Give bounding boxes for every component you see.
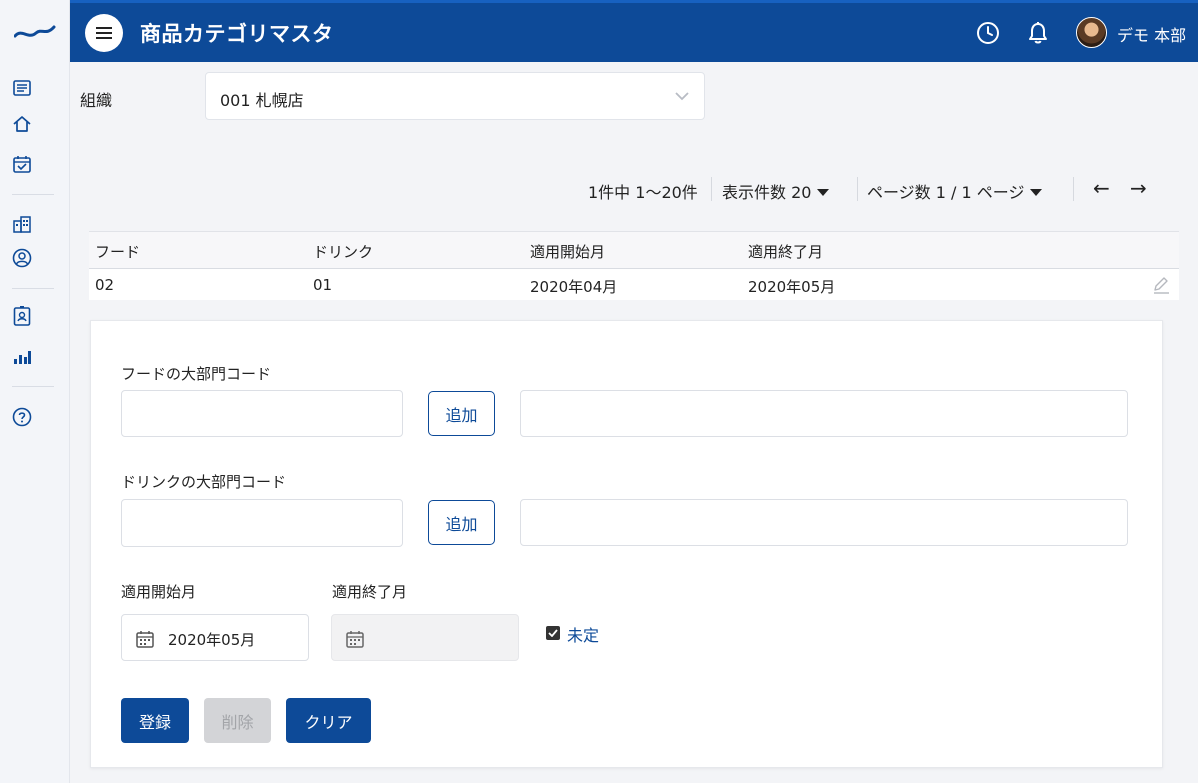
end-month-label: 適用終了月	[332, 583, 408, 601]
page-label: ページ数 1 / 1 ページ	[867, 183, 1025, 202]
pager-divider	[1073, 177, 1074, 201]
avatar[interactable]	[1076, 17, 1107, 48]
bar-chart-icon[interactable]	[11, 346, 33, 368]
calendar-icon	[346, 631, 364, 648]
column-header-food: フード	[95, 243, 141, 261]
page-select[interactable]: ページ数 1 / 1 ページ	[867, 179, 1043, 203]
badge-icon[interactable]	[11, 305, 33, 327]
per-page-select[interactable]: 表示件数 20	[722, 179, 830, 203]
cell-end-month: 2020年05月	[748, 278, 836, 296]
org-label: 組織	[80, 91, 113, 110]
caret-down-icon	[1030, 188, 1043, 196]
sidebar	[0, 0, 70, 783]
prev-page-button[interactable]: ←	[1093, 176, 1110, 200]
cell-food: 02	[95, 276, 115, 294]
drink-add-button[interactable]: 追加	[428, 500, 495, 545]
caret-down-icon	[817, 188, 830, 196]
clock-icon[interactable]	[975, 20, 1001, 46]
food-code-label: フードの大部門コード	[121, 365, 272, 383]
drink-code-label: ドリンクの大部門コード	[121, 473, 287, 491]
hamburger-icon	[96, 27, 112, 39]
building-icon[interactable]	[11, 213, 33, 235]
cell-drink: 01	[313, 276, 333, 294]
app-header: 商品カテゴリマスタ デモ 本部	[70, 0, 1198, 62]
edit-form-card: フードの大部門コード 追加 ドリンクの大部門コード 追加 適用開始月 2020年…	[90, 320, 1163, 768]
org-select-value: 001 札幌店	[220, 91, 304, 110]
calendar-icon	[136, 631, 154, 648]
user-name[interactable]: デモ 本部	[1117, 22, 1186, 46]
pager-divider	[857, 177, 858, 201]
cell-start-month: 2020年04月	[530, 278, 618, 296]
start-month-label: 適用開始月	[121, 583, 197, 601]
start-month-input[interactable]: 2020年05月	[121, 614, 309, 661]
help-icon[interactable]	[11, 406, 33, 428]
table-row[interactable]: 02 01 2020年04月 2020年05月	[89, 269, 1179, 300]
org-select[interactable]: 001 札幌店	[205, 72, 705, 120]
food-add-button[interactable]: 追加	[428, 391, 495, 436]
food-code-list-field[interactable]	[520, 390, 1128, 437]
menu-button[interactable]	[85, 14, 123, 52]
brand-logo[interactable]	[14, 22, 56, 42]
page-title: 商品カテゴリマスタ	[140, 22, 334, 46]
column-header-end-month: 適用終了月	[748, 243, 824, 261]
start-month-value: 2020年05月	[168, 631, 256, 649]
sidebar-divider	[12, 194, 54, 195]
undetermined-checkbox[interactable]	[546, 626, 560, 640]
checkmark-icon	[548, 629, 558, 637]
user-circle-icon[interactable]	[11, 247, 33, 269]
end-month-input	[331, 614, 519, 661]
pager-summary: 1件中 1〜20件	[588, 183, 698, 202]
column-header-drink: ドリンク	[313, 243, 374, 261]
food-code-input[interactable]	[121, 390, 403, 437]
table-header: フード ドリンク 適用開始月 適用終了月	[89, 231, 1179, 269]
drink-code-input[interactable]	[121, 499, 403, 547]
undetermined-label[interactable]: 未定	[567, 622, 599, 646]
register-button[interactable]: 登録	[121, 698, 189, 743]
sidebar-divider	[12, 386, 54, 387]
home-icon[interactable]	[11, 113, 33, 135]
clear-button[interactable]: クリア	[286, 698, 371, 743]
bell-icon[interactable]	[1025, 20, 1051, 46]
chevron-down-icon	[675, 92, 689, 101]
delete-button: 削除	[204, 698, 271, 743]
edit-pencil-icon[interactable]	[1151, 275, 1171, 295]
calendar-check-icon[interactable]	[11, 153, 33, 175]
per-page-label: 表示件数 20	[722, 183, 812, 202]
sidebar-divider	[12, 288, 54, 289]
list-icon[interactable]	[11, 77, 33, 99]
pager-divider	[711, 177, 712, 201]
column-header-start-month: 適用開始月	[530, 243, 606, 261]
next-page-button[interactable]: →	[1130, 176, 1147, 200]
drink-code-list-field[interactable]	[520, 499, 1128, 546]
